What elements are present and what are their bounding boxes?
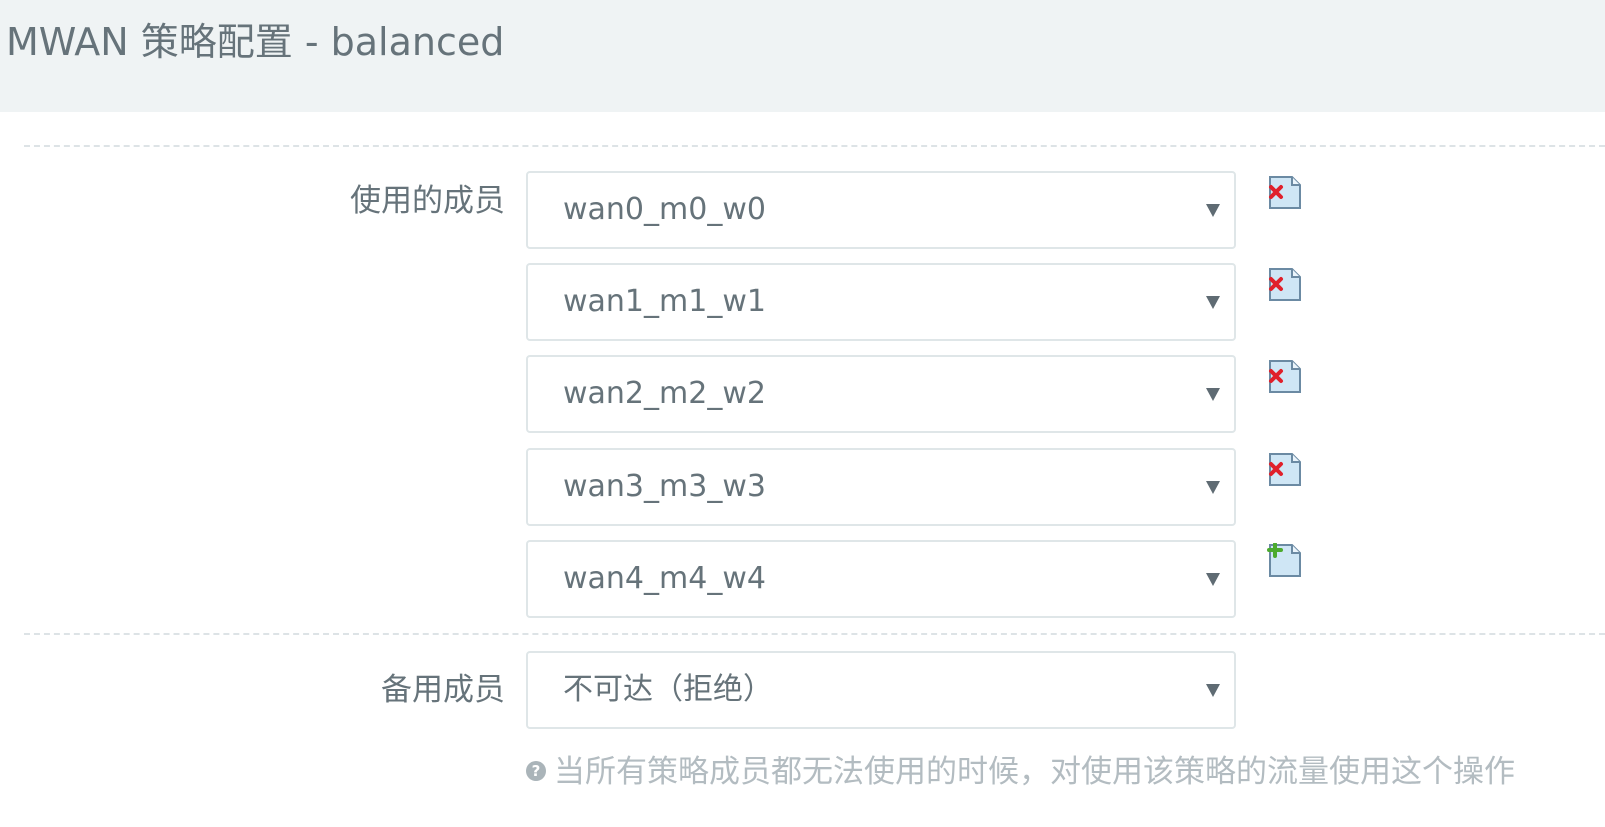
delete-icon <box>1269 360 1301 393</box>
chevron-down-icon <box>1206 481 1220 494</box>
delete-icon <box>1269 453 1301 486</box>
fallback-hint: ? 当所有策略成员都无法使用的时候，对使用该策略的流量使用这个操作 <box>526 752 1515 792</box>
fallback-select-value: 不可达（拒绝） <box>563 672 773 707</box>
mwan-policy-page: MWAN 策略配置 - balanced 使用的成员 wan0_m0_w0 wa… <box>0 0 1605 827</box>
chevron-down-icon <box>1206 388 1220 401</box>
member-select-value: wan4_m4_w4 <box>563 561 766 596</box>
member-select-3[interactable]: wan3_m3_w3 <box>526 448 1236 526</box>
delete-icon <box>1269 268 1301 301</box>
member-select-0[interactable]: wan0_m0_w0 <box>526 171 1236 249</box>
member-select-2[interactable]: wan2_m2_w2 <box>526 355 1236 433</box>
section-divider <box>24 145 1605 147</box>
page-title: MWAN 策略配置 - balanced <box>6 20 505 64</box>
delete-icon <box>1269 176 1301 209</box>
chevron-down-icon <box>1206 296 1220 309</box>
section-divider <box>24 633 1605 635</box>
chevron-down-icon <box>1206 204 1220 217</box>
remove-member-button-1[interactable] <box>1267 267 1303 303</box>
member-select-value: wan2_m2_w2 <box>563 376 766 411</box>
add-icon <box>1267 542 1301 577</box>
add-member-button[interactable] <box>1267 542 1303 579</box>
chevron-down-icon <box>1206 684 1220 697</box>
member-select-value: wan1_m1_w1 <box>563 284 766 319</box>
member-select-4[interactable]: wan4_m4_w4 <box>526 540 1236 618</box>
members-used-label: 使用的成员 <box>350 183 505 219</box>
remove-member-button-0[interactable] <box>1267 175 1303 211</box>
member-select-value: wan3_m3_w3 <box>563 469 766 504</box>
chevron-down-icon <box>1206 573 1220 586</box>
fallback-select[interactable]: 不可达（拒绝） <box>526 651 1236 729</box>
fallback-hint-text: 当所有策略成员都无法使用的时候，对使用该策略的流量使用这个操作 <box>554 754 1515 790</box>
page-header: MWAN 策略配置 - balanced <box>0 0 1605 112</box>
member-select-1[interactable]: wan1_m1_w1 <box>526 263 1236 341</box>
fallback-label: 备用成员 <box>381 672 505 708</box>
remove-member-button-3[interactable] <box>1267 452 1303 488</box>
question-circle-icon: ? <box>526 760 546 781</box>
remove-member-button-2[interactable] <box>1267 359 1303 395</box>
member-select-value: wan0_m0_w0 <box>563 192 766 227</box>
